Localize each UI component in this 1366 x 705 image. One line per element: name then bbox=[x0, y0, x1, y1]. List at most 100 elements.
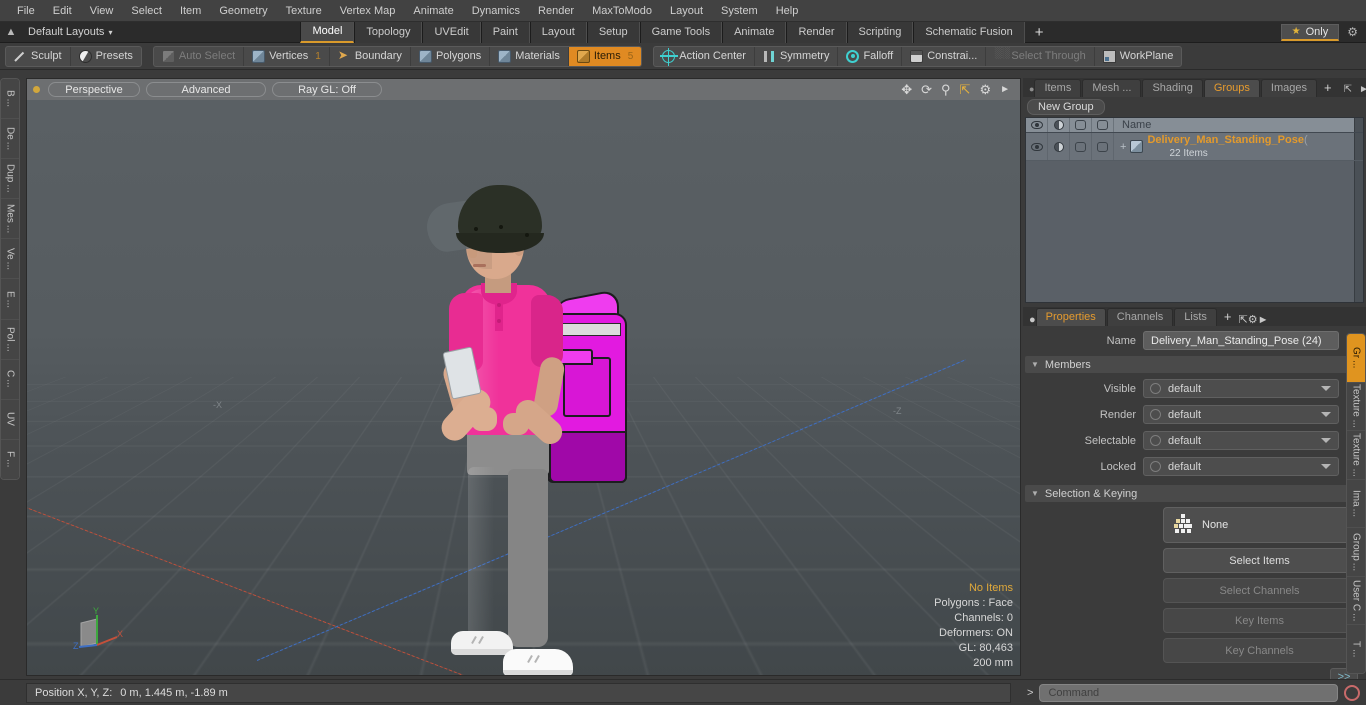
right-tab-gr[interactable]: Gr ... bbox=[1347, 334, 1365, 383]
left-tab-b[interactable]: B ... bbox=[1, 79, 19, 119]
table-row[interactable]: + Delivery_Man_Standing_Pose( 22 Items bbox=[1026, 133, 1363, 161]
group-list[interactable]: Name + Delivery_Man_Standing_Pose( 22 It… bbox=[1025, 117, 1364, 303]
row-visible-toggle[interactable] bbox=[1026, 133, 1048, 160]
layout-tab-topology[interactable]: Topology bbox=[354, 22, 422, 43]
toolbar-button-symmetry[interactable]: Symmetry bbox=[755, 46, 839, 67]
chevron-down-icon[interactable] bbox=[1321, 438, 1331, 443]
members-section-header[interactable]: ▼ Members bbox=[1025, 356, 1356, 373]
chevron-down-icon[interactable] bbox=[1321, 386, 1331, 391]
menu-item-texture[interactable]: Texture bbox=[277, 3, 331, 19]
layout-tab-layout[interactable]: Layout bbox=[530, 22, 587, 43]
layout-tab-model[interactable]: Model bbox=[300, 22, 354, 43]
only-toggle-button[interactable]: ★ Only bbox=[1281, 24, 1340, 41]
toggle-circle-icon[interactable] bbox=[1150, 461, 1161, 472]
right-tab-t[interactable]: T ... bbox=[1347, 625, 1365, 673]
play-icon[interactable]: ► bbox=[1000, 85, 1010, 95]
layout-tab-paint[interactable]: Paint bbox=[481, 22, 530, 43]
rotate-icon[interactable]: ⟳ bbox=[921, 83, 932, 96]
right-tab-texture[interactable]: Texture ... bbox=[1347, 383, 1365, 432]
right-tab-ima[interactable]: Ima ... bbox=[1347, 480, 1365, 529]
character-model[interactable] bbox=[411, 185, 641, 676]
toolbar-button-falloff[interactable]: Falloff bbox=[838, 46, 902, 67]
layout-tab-scripting[interactable]: Scripting bbox=[847, 22, 914, 43]
row-lock-toggle[interactable] bbox=[1092, 133, 1114, 160]
layout-tab-schematic-fusion[interactable]: Schematic Fusion bbox=[913, 22, 1024, 43]
menu-item-maxtomodo[interactable]: MaxToModo bbox=[583, 3, 661, 19]
properties-menu-icon[interactable]: ● bbox=[1029, 314, 1036, 326]
add-panel-tab-button[interactable]: + bbox=[1318, 80, 1338, 97]
left-tab-pol[interactable]: Pol ... bbox=[1, 320, 19, 360]
toolbar-button-presets[interactable]: Presets bbox=[71, 46, 141, 67]
viewport-raygl-button[interactable]: Ray GL: Off bbox=[272, 82, 382, 97]
gear-icon[interactable]: ⚙ bbox=[1248, 314, 1258, 326]
chevron-down-icon[interactable] bbox=[1321, 464, 1331, 469]
menu-item-layout[interactable]: Layout bbox=[661, 3, 712, 19]
panel-tab-groups[interactable]: Groups bbox=[1204, 79, 1260, 97]
right-tab-userc[interactable]: User C ... bbox=[1347, 577, 1365, 626]
menu-item-help[interactable]: Help bbox=[767, 3, 808, 19]
panel-tab-items[interactable]: Items bbox=[1034, 79, 1081, 97]
chevron-right-icon[interactable]: ► bbox=[1258, 314, 1269, 326]
panel-tab-shading[interactable]: Shading bbox=[1142, 79, 1202, 97]
property-dropdown-locked[interactable]: default bbox=[1143, 457, 1339, 476]
left-tab-uv[interactable]: UV bbox=[1, 400, 19, 440]
menu-item-view[interactable]: View bbox=[81, 3, 123, 19]
fit-icon[interactable]: ⇱ bbox=[960, 83, 971, 96]
expander-icon[interactable]: + bbox=[1120, 141, 1126, 153]
menu-item-file[interactable]: File bbox=[8, 3, 44, 19]
left-tab-e[interactable]: E ... bbox=[1, 279, 19, 319]
command-input[interactable]: Command bbox=[1039, 684, 1338, 702]
layout-tab-game-tools[interactable]: Game Tools bbox=[640, 22, 723, 43]
panel-tab-images[interactable]: Images bbox=[1261, 79, 1317, 97]
viewport-3d[interactable]: Perspective Advanced Ray GL: Off ✥ ⟳ ⚲ ⇱… bbox=[26, 78, 1021, 676]
chevron-right-icon[interactable]: ► bbox=[1359, 84, 1366, 95]
menu-item-render[interactable]: Render bbox=[529, 3, 583, 19]
property-dropdown-selectable[interactable]: default bbox=[1143, 431, 1339, 450]
toolbar-button-sculpt[interactable]: Sculpt bbox=[6, 46, 71, 67]
viewport-shading-button[interactable]: Advanced bbox=[146, 82, 266, 97]
left-tab-c[interactable]: C ... bbox=[1, 360, 19, 400]
toolbar-button-constrai[interactable]: Constrai... bbox=[902, 46, 986, 67]
add-layout-tab-button[interactable]: + bbox=[1025, 24, 1054, 41]
zoom-icon[interactable]: ⚲ bbox=[941, 83, 951, 96]
button-select-items[interactable]: Select Items bbox=[1163, 548, 1356, 573]
expand-icon[interactable]: ⇱ bbox=[1344, 84, 1352, 95]
group-list-scrollbar-track[interactable] bbox=[1354, 133, 1363, 160]
menu-item-select[interactable]: Select bbox=[122, 3, 171, 19]
layout-tab-uvedit[interactable]: UVEdit bbox=[422, 22, 480, 43]
menu-item-geometry[interactable]: Geometry bbox=[210, 3, 276, 19]
move-icon[interactable]: ✥ bbox=[901, 83, 912, 96]
layout-tab-animate[interactable]: Animate bbox=[722, 22, 786, 43]
toggle-circle-icon[interactable] bbox=[1150, 383, 1161, 394]
left-tab-de[interactable]: De ... bbox=[1, 119, 19, 159]
name-field[interactable]: Delivery_Man_Standing_Pose (24) bbox=[1143, 331, 1339, 350]
record-icon[interactable] bbox=[1344, 685, 1360, 701]
menu-item-dynamics[interactable]: Dynamics bbox=[463, 3, 529, 19]
home-icon[interactable]: ▲ bbox=[0, 26, 22, 38]
toolbar-button-polygons[interactable]: Polygons bbox=[411, 46, 490, 67]
properties-tab-channels[interactable]: Channels bbox=[1107, 308, 1173, 326]
menu-item-item[interactable]: Item bbox=[171, 3, 210, 19]
group-list-empty-area[interactable] bbox=[1026, 161, 1363, 302]
properties-tab-properties[interactable]: Properties bbox=[1036, 308, 1106, 326]
toolbar-button-workplane[interactable]: WorkPlane bbox=[1095, 46, 1182, 67]
property-dropdown-visible[interactable]: default bbox=[1143, 379, 1339, 398]
layout-tab-render[interactable]: Render bbox=[786, 22, 846, 43]
toggle-circle-icon[interactable] bbox=[1150, 409, 1161, 420]
group-list-scrollbar[interactable] bbox=[1354, 118, 1363, 132]
group-list-scroll-track[interactable] bbox=[1354, 161, 1363, 302]
viewport-projection-button[interactable]: Perspective bbox=[48, 82, 140, 97]
left-tab-dup[interactable]: Dup ... bbox=[1, 159, 19, 199]
menu-item-system[interactable]: System bbox=[712, 3, 767, 19]
toolbar-button-vertices[interactable]: Vertices 1 bbox=[244, 46, 330, 67]
menu-item-vertex-map[interactable]: Vertex Map bbox=[331, 3, 405, 19]
row-render-toggle[interactable] bbox=[1070, 133, 1092, 160]
expand-icon[interactable]: ⇱ bbox=[1239, 314, 1248, 326]
add-properties-tab-button[interactable]: + bbox=[1218, 309, 1238, 326]
left-tab-mes[interactable]: Mes ... bbox=[1, 199, 19, 239]
toolbar-button-action-center[interactable]: Action Center bbox=[654, 46, 755, 67]
menu-item-animate[interactable]: Animate bbox=[404, 3, 462, 19]
toggle-circle-icon[interactable] bbox=[1150, 435, 1161, 446]
toolbar-button-materials[interactable]: Materials bbox=[490, 46, 569, 67]
properties-tab-lists[interactable]: Lists bbox=[1174, 308, 1217, 326]
